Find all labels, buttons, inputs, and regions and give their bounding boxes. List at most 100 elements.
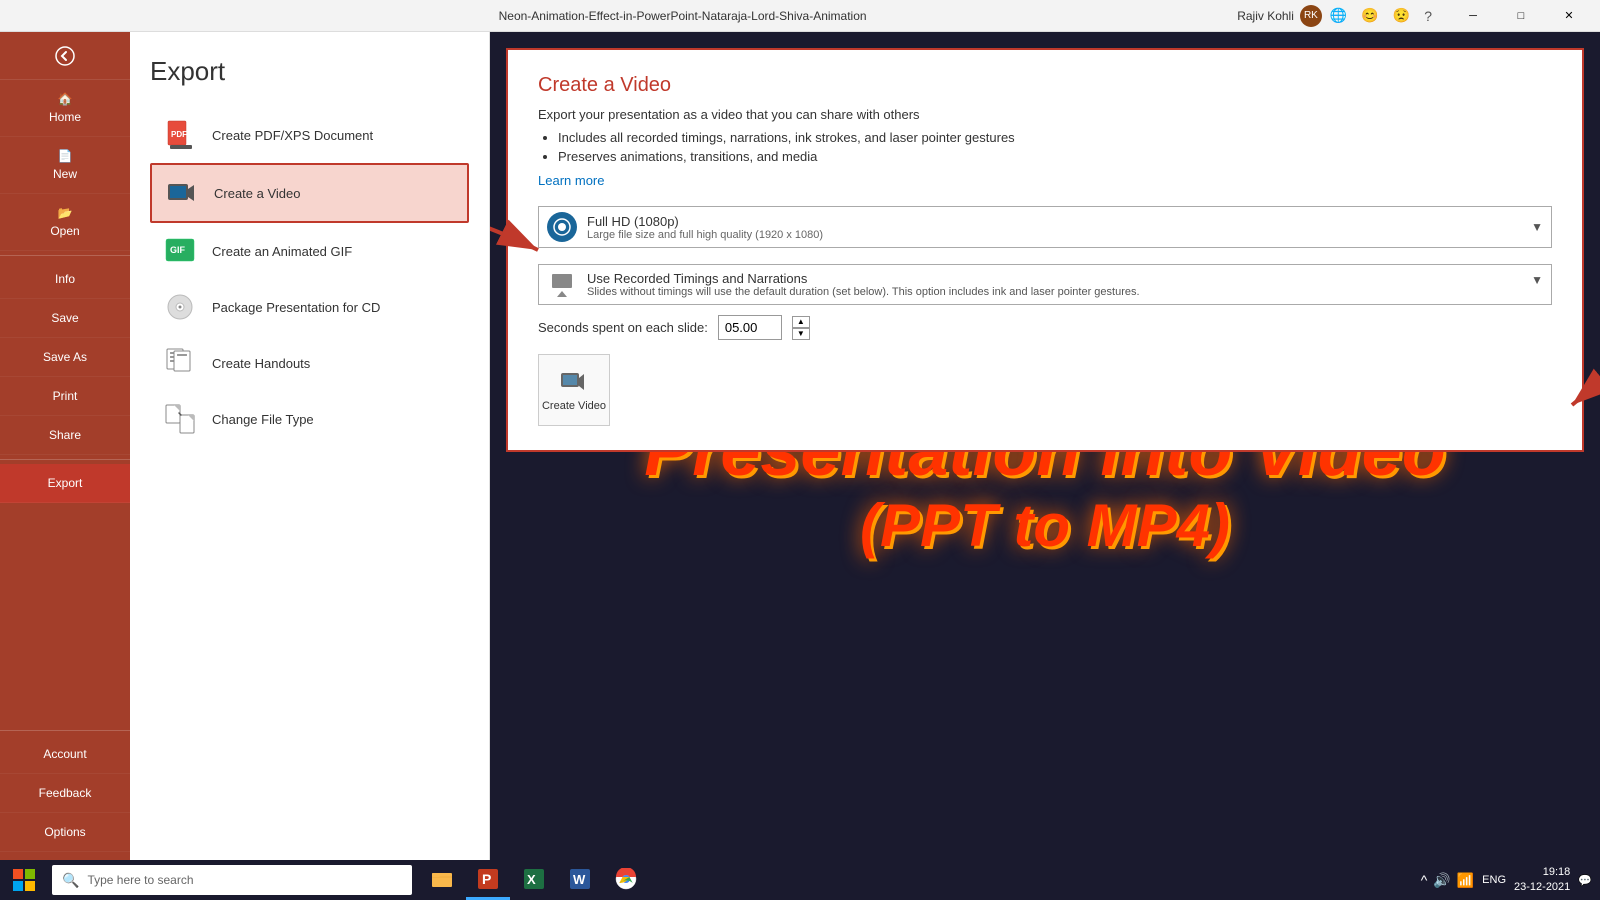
- sidebar-divider-2: [0, 459, 130, 460]
- create-video-label: Create Video: [542, 400, 606, 412]
- maximize-button[interactable]: □: [1498, 0, 1544, 32]
- titlebar-icons: 🌐 😊 😟 ?: [1330, 7, 1432, 24]
- taskbar: 🔍 Type here to search P X W ^ 🔊 📶 ENG 19…: [0, 860, 1600, 900]
- sidebar-item-save[interactable]: Save: [0, 299, 130, 338]
- sidebar-home-label: Home: [49, 110, 81, 124]
- sidebar-info-label: Info: [55, 272, 75, 286]
- video-label: Create a Video: [214, 186, 301, 201]
- tray-chevron[interactable]: ^: [1421, 872, 1428, 888]
- timing-inner: Use Recorded Timings and Narrations Slid…: [547, 271, 1543, 298]
- timing-sub: Slides without timings will use the defa…: [587, 286, 1140, 298]
- titlebar-user: Rajiv Kohli RK: [1237, 5, 1322, 27]
- new-icon: 📄: [58, 149, 73, 163]
- menu-item-package[interactable]: Package Presentation for CD: [150, 279, 469, 335]
- globe-icon[interactable]: 🌐: [1330, 7, 1347, 24]
- quality-dropdown[interactable]: Full HD (1080p) Large file size and full…: [538, 206, 1552, 248]
- sidebar-top: 🏠 Home 📄 New 📂 Open Info Save Save As: [0, 32, 130, 726]
- sidebar-item-print[interactable]: Print: [0, 377, 130, 416]
- sidebar-item-saveas[interactable]: Save As: [0, 338, 130, 377]
- timing-label: Use Recorded Timings and Narrations: [587, 271, 1140, 286]
- sidebar-print-label: Print: [53, 389, 78, 403]
- menu-item-pdf[interactable]: PDF Create PDF/XPS Document: [150, 107, 469, 163]
- taskbar-excel[interactable]: X: [512, 860, 556, 900]
- taskbar-tray-icons: ^ 🔊 📶: [1421, 872, 1474, 889]
- help-icon[interactable]: ?: [1424, 8, 1432, 24]
- timing-dropdown-row: Use Recorded Timings and Narrations Slid…: [538, 264, 1552, 305]
- sidebar: 🏠 Home 📄 New 📂 Open Info Save Save As: [0, 32, 130, 860]
- sidebar-export-label: Export: [48, 476, 83, 490]
- pdf-icon: PDF: [162, 117, 198, 153]
- clock-time: 19:18: [1514, 865, 1570, 880]
- seconds-up-button[interactable]: ▲: [792, 316, 810, 328]
- taskbar-apps: P X W: [420, 860, 648, 900]
- taskbar-search[interactable]: 🔍 Type here to search: [52, 865, 412, 895]
- package-label: Package Presentation for CD: [212, 300, 380, 315]
- sad-icon[interactable]: 😟: [1393, 7, 1410, 24]
- taskbar-clock: 19:18 23-12-2021: [1514, 865, 1570, 896]
- home-icon: 🏠: [58, 92, 73, 106]
- svg-text:P: P: [482, 871, 491, 887]
- sidebar-divider-3: [0, 730, 130, 731]
- open-icon: 📂: [58, 206, 73, 220]
- notification-icon[interactable]: 💬: [1578, 874, 1592, 887]
- sidebar-new-label: New: [53, 167, 77, 181]
- create-video-icon: [560, 368, 588, 396]
- sidebar-item-options[interactable]: Options: [0, 813, 130, 852]
- taskbar-chrome[interactable]: [604, 860, 648, 900]
- menu-item-video[interactable]: Create a Video: [150, 163, 469, 223]
- gif-icon: GIF: [162, 233, 198, 269]
- sidebar-open-label: Open: [50, 224, 79, 238]
- start-button[interactable]: [0, 860, 48, 900]
- svg-text:PDF: PDF: [171, 130, 187, 139]
- sidebar-bottom: Account Feedback Options: [0, 726, 130, 860]
- close-button[interactable]: ✕: [1546, 0, 1592, 32]
- seconds-label: Seconds spent on each slide:: [538, 320, 708, 335]
- filetype-icon: [162, 401, 198, 437]
- back-button[interactable]: [0, 32, 130, 80]
- bullet-1: Includes all recorded timings, narration…: [558, 130, 1552, 145]
- cd-icon: [162, 289, 198, 325]
- minimize-button[interactable]: ─: [1450, 0, 1496, 32]
- sidebar-item-info[interactable]: Info: [0, 260, 130, 299]
- emoji-icon[interactable]: 😊: [1361, 7, 1378, 24]
- titlebar-title: Neon-Animation-Effect-in-PowerPoint-Nata…: [128, 9, 1237, 23]
- sidebar-item-export[interactable]: Export: [0, 464, 130, 503]
- sidebar-item-open[interactable]: 📂 Open: [0, 194, 130, 251]
- username-label: Rajiv Kohli: [1237, 9, 1294, 23]
- sidebar-item-share[interactable]: Share: [0, 416, 130, 455]
- menu-item-gif[interactable]: GIF Create an Animated GIF: [150, 223, 469, 279]
- timing-dropdown[interactable]: Use Recorded Timings and Narrations Slid…: [538, 264, 1552, 305]
- bullet-2: Preserves animations, transitions, and m…: [558, 149, 1552, 164]
- seconds-down-button[interactable]: ▼: [792, 328, 810, 340]
- seconds-input[interactable]: [718, 315, 782, 340]
- filetype-label: Change File Type: [212, 412, 314, 427]
- main-layout: 🏠 Home 📄 New 📂 Open Info Save Save As: [0, 32, 1600, 860]
- sidebar-divider-1: [0, 255, 130, 256]
- sidebar-item-feedback[interactable]: Feedback: [0, 774, 130, 813]
- quality-text: Full HD (1080p) Large file size and full…: [587, 214, 1531, 241]
- svg-text:W: W: [573, 872, 586, 887]
- sidebar-item-new[interactable]: 📄 New: [0, 137, 130, 194]
- taskbar-right: ^ 🔊 📶 ENG 19:18 23-12-2021 💬: [1421, 865, 1600, 896]
- create-video-button[interactable]: Create Video: [538, 354, 610, 426]
- taskbar-powerpoint[interactable]: P: [466, 860, 510, 900]
- export-menu: Export PDF Create PDF/XPS Document Creat…: [130, 32, 490, 860]
- menu-item-handouts[interactable]: Create Handouts: [150, 335, 469, 391]
- handouts-label: Create Handouts: [212, 356, 310, 371]
- volume-icon[interactable]: 🔊: [1433, 872, 1450, 889]
- sidebar-share-label: Share: [49, 428, 81, 442]
- sidebar-item-account[interactable]: Account: [0, 735, 130, 774]
- menu-item-filetype[interactable]: Change File Type: [150, 391, 469, 447]
- learn-more-link[interactable]: Learn more: [538, 173, 604, 188]
- svg-text:GIF: GIF: [170, 245, 186, 255]
- right-panel: How To Convert Presentation into Video (…: [490, 32, 1600, 860]
- sidebar-item-home[interactable]: 🏠 Home: [0, 80, 130, 137]
- taskbar-explorer[interactable]: [420, 860, 464, 900]
- titlebar-controls[interactable]: ─ □ ✕: [1450, 0, 1592, 32]
- bullet-list: Includes all recorded timings, narration…: [558, 130, 1552, 164]
- search-icon: 🔍: [62, 872, 79, 889]
- search-placeholder: Type here to search: [87, 873, 193, 887]
- taskbar-word[interactable]: W: [558, 860, 602, 900]
- quality-arrow-icon: ▼: [1531, 220, 1543, 234]
- network-icon[interactable]: 📶: [1457, 872, 1474, 889]
